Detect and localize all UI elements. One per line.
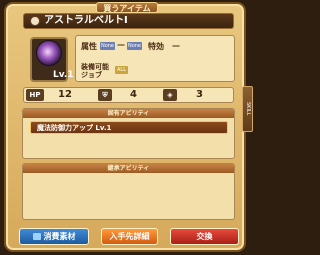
attribute-chip-2: None: [127, 42, 142, 50]
inherit-ability-header: 継承アビリティ: [23, 164, 234, 173]
attribute-chip-1: None: [100, 42, 115, 50]
exchange-button[interactable]: 交換: [170, 228, 239, 245]
panel-title: 買うアイテム: [96, 2, 158, 13]
materials-button[interactable]: 消費素材: [19, 228, 89, 245]
fixed-ability-item[interactable]: 魔法防御力アップ Lv.1: [30, 121, 228, 134]
hp-value: 12: [58, 89, 72, 100]
equip-label-2: ジョブ: [81, 71, 102, 79]
material-icon: [32, 233, 41, 240]
acquire-details-button[interactable]: 入手先詳細: [101, 228, 158, 245]
skill-side-tab[interactable]: SKILL: [242, 86, 253, 132]
speed-icon: ◈: [163, 89, 177, 101]
belt-icon: [36, 40, 62, 66]
item-name: アストラルベルトⅠ: [44, 15, 128, 26]
fixed-ability-header: 固有アビリティ: [23, 109, 234, 118]
shield-icon: ⛨: [98, 89, 112, 101]
special-value: —: [172, 41, 180, 50]
inherit-ability-section: 継承アビリティ: [22, 163, 235, 220]
item-level: Lv.1: [53, 70, 74, 80]
special-label: 特効: [148, 42, 164, 51]
def-value: 4: [130, 89, 137, 100]
job-chip: ALL: [115, 66, 128, 74]
hp-badge: HP: [26, 89, 44, 101]
item-type-icon: [30, 16, 40, 26]
attribute-label: 属性: [81, 42, 97, 51]
attribute-separator: —: [117, 40, 125, 49]
spd-value: 3: [196, 89, 203, 100]
materials-label: 消費素材: [43, 232, 76, 241]
